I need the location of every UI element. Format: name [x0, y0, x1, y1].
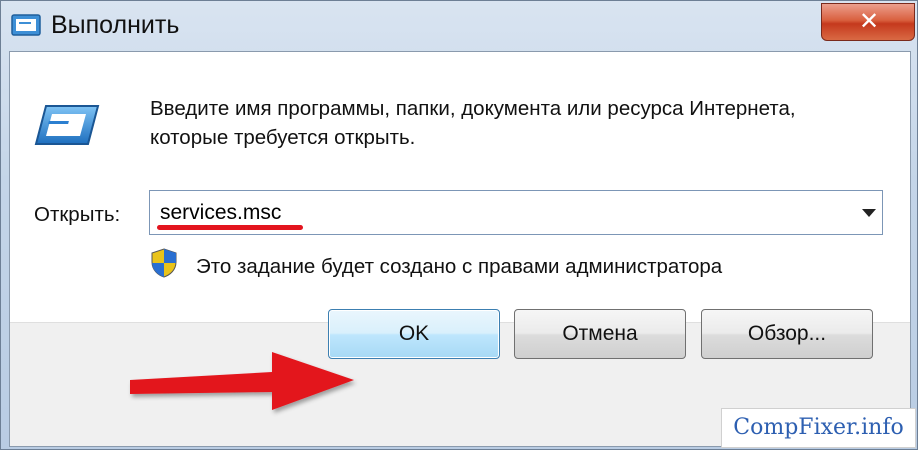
chevron-down-icon[interactable] — [862, 209, 876, 217]
admin-notice: Это задание будет создано с правами адми… — [196, 255, 723, 278]
title-bar[interactable]: Выполнить ✕ — [1, 1, 918, 51]
instruction-text: Введите имя программы, папки, документа … — [150, 97, 796, 149]
open-input[interactable]: services.msc — [160, 201, 281, 225]
arrow-right-icon — [130, 352, 354, 410]
window-title: Выполнить — [51, 11, 180, 39]
uac-shield-icon — [151, 248, 177, 278]
close-button[interactable]: ✕ — [821, 3, 915, 41]
cancel-button[interactable]: Отмена — [514, 309, 686, 359]
close-icon: ✕ — [858, 8, 880, 35]
run-icon — [11, 14, 41, 36]
watermark: CompFixer.info — [721, 408, 916, 448]
annotation-underline — [157, 225, 303, 230]
open-label: Открыть: — [34, 203, 121, 226]
browse-button[interactable]: Обзор... — [701, 309, 873, 359]
run-icon — [34, 105, 100, 145]
